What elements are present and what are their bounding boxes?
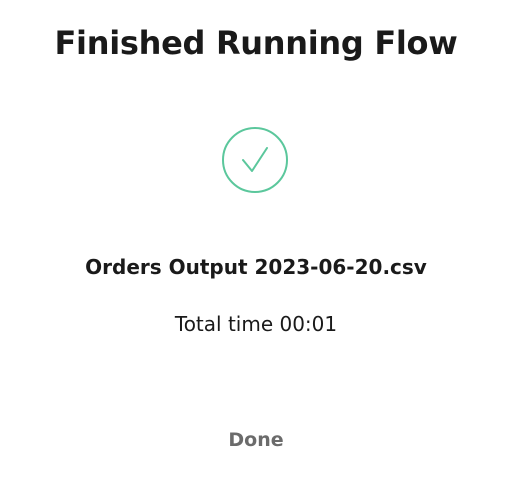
output-file-name: Orders Output 2023-06-20.csv [85,255,427,279]
check-circle-icon [221,126,289,194]
done-button[interactable]: Done [206,420,306,460]
dialog-title: Finished Running Flow [54,24,458,62]
run-complete-dialog: Finished Running Flow Orders Output 2023… [0,0,526,490]
total-time-text: Total time 00:01 [174,312,338,336]
